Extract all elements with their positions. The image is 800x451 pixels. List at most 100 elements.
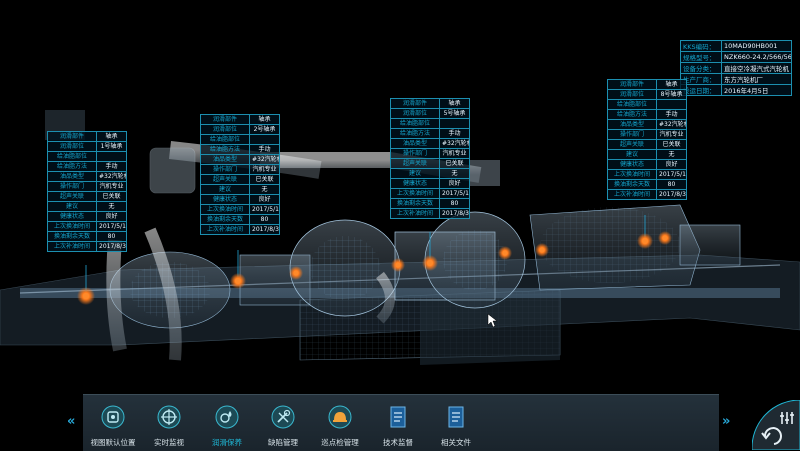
bearing-info-key: 油品类型 (390, 138, 440, 149)
bearing-info-key: 上次补油时间 (607, 189, 657, 200)
bearing-info-row: 操作部门 汽机专业 (200, 164, 280, 175)
spec-row: 投运日期： 2016年4月5日 (680, 84, 792, 96)
bearing-info-value: 已关联 (439, 158, 470, 169)
bearing-info-row: 操作部门 汽机专业 (47, 181, 127, 192)
toolbar-button-label: 润滑保养 (212, 438, 242, 447)
toolbar-button-label: 相关文件 (441, 438, 471, 447)
bearing-info-row: 给油脂方法 手动 (200, 144, 280, 155)
bearing-info-key: 给油脂部位 (390, 118, 440, 129)
bearing-info-row: 给油脂部位 (607, 99, 687, 110)
bearing-info-row: 换油剩余天数 80 (200, 214, 280, 225)
bottom-toolbar: 视图默认位置 实时监视 润滑保养 缺陷管理 巡点检管理 技术监督 相关文件 (83, 394, 719, 451)
bearing-info-key: 润滑部件 (200, 114, 250, 125)
monitor-icon (157, 405, 181, 429)
bearing-info-row: 健康状态 良好 (47, 211, 127, 222)
bearing-info-value (439, 118, 470, 129)
bearing-info-value: 良好 (96, 211, 127, 222)
bearing-info-row: 超声关联 已关联 (200, 174, 280, 185)
bearing-info-value: 轴承 (249, 114, 280, 125)
toolbar-button-label: 技术监督 (383, 438, 413, 447)
bearing-info-key: 建议 (200, 184, 250, 195)
bearing-info-panel: 润滑部件轴承润滑部位2号轴承给油脂部位给油脂方法手动油品类型#32汽轮机油操作部… (200, 114, 280, 235)
bearing-info-row: 上次换油时间2017/5/10 (47, 221, 127, 232)
bearing-info-row: 健康状态 良好 (200, 194, 280, 205)
bearing-info-row: 润滑部位 2号轴承 (200, 124, 280, 135)
bearing-info-value: 80 (656, 179, 687, 190)
bearing-info-row: 给油脂方法 手动 (390, 128, 470, 139)
bearing-info-value: 80 (249, 214, 280, 225)
bearing-info-value: 轴承 (656, 79, 687, 90)
bearing-info-key: 油品类型 (607, 119, 657, 130)
bearing-info-key: 给油脂方法 (200, 144, 250, 155)
bearing-info-key: 油品类型 (47, 171, 97, 182)
bearing-info-key: 给油脂部位 (200, 134, 250, 145)
target-icon (101, 405, 125, 429)
bearing-info-value: 80 (96, 231, 127, 242)
bearing-info-value: 2017/8/3 (249, 224, 280, 235)
toolbar-prev-arrow[interactable]: « (67, 414, 75, 429)
spec-key: 设备分类： (680, 62, 722, 74)
settings-sliders-icon[interactable] (780, 412, 794, 424)
spec-value: 2016年4月5日 (721, 84, 792, 96)
toolbar-button-label: 实时监视 (154, 438, 184, 447)
spec-value: 10MAD90HB001 (721, 40, 792, 52)
bearing-info-value: 无 (439, 168, 470, 179)
bearing-info-row: 健康状态 良好 (607, 159, 687, 170)
file-icon (448, 406, 464, 428)
bearing-info-row: 建议无 (607, 149, 687, 160)
bearing-info-key: 上次换油时间 (607, 169, 657, 180)
bearing-info-key: 上次补油时间 (200, 224, 250, 235)
bearing-info-value: 2017/8/3 (96, 241, 127, 252)
bearing-info-key: 换油剩余天数 (47, 231, 97, 242)
bearing-info-value: 无 (249, 184, 280, 195)
bearing-info-value: 无 (656, 149, 687, 160)
oil-drop-icon (215, 405, 239, 429)
bearing-info-row: 润滑部件 轴承 (607, 79, 687, 90)
bearing-info-key: 上次换油时间 (390, 188, 440, 199)
bearing-info-key: 健康状态 (390, 178, 440, 189)
bearing-info-key: 给油脂方法 (47, 161, 97, 172)
bearing-info-value: 手动 (439, 128, 470, 139)
toolbar-button[interactable]: 视图默认位置 (83, 395, 143, 451)
bearing-info-value: 轴承 (96, 131, 127, 142)
bearing-info-key: 润滑部位 (390, 108, 440, 119)
bearing-info-value: 2号轴承 (249, 124, 280, 135)
bearing-info-value: 已关联 (96, 191, 127, 202)
bearing-info-value: #32汽轮机油 (656, 119, 687, 130)
spec-value: NZK660-24.2/566/566 (721, 51, 792, 63)
toolbar-button[interactable]: 润滑保养 (197, 395, 257, 451)
bearing-info-key: 建议 (390, 168, 440, 179)
bearing-info-row: 给油脂方法 手动 (607, 109, 687, 120)
bearing-info-row: 润滑部件 轴承 (47, 131, 127, 142)
bearing-info-key: 润滑部位 (607, 89, 657, 100)
bearing-info-row: 润滑部位 5号轴承 (390, 108, 470, 119)
bearing-info-key: 超声关联 (390, 158, 440, 169)
toolbar-button[interactable]: 相关文件 (426, 395, 486, 451)
bearing-info-row: 油品类型#32汽轮机油 (47, 171, 127, 182)
bearing-info-value: 良好 (656, 159, 687, 170)
spec-row: KKS编码： 10MAD90HB001 (680, 40, 792, 52)
bearing-info-key: 操作部门 (607, 129, 657, 140)
toolbar-button[interactable]: 缺陷管理 (253, 395, 313, 451)
wrench-icon (271, 405, 295, 429)
bearing-info-value: 2017/8/3 (439, 208, 470, 219)
toolbar-button[interactable]: 技术监督 (368, 395, 428, 451)
bearing-info-key: 换油剩余天数 (390, 198, 440, 209)
spec-row: 规格型号： NZK660-24.2/566/566 (680, 51, 792, 63)
bearing-info-value: 手动 (249, 144, 280, 155)
bearing-info-row: 油品类型#32汽轮机油 (390, 138, 470, 149)
toolbar-button-label: 巡点检管理 (321, 438, 359, 447)
bearing-info-key: 油品类型 (200, 154, 250, 165)
bearing-info-value: 手动 (96, 161, 127, 172)
bearing-info-row: 换油剩余天数 80 (390, 198, 470, 209)
toolbar-next-arrow[interactable]: » (722, 414, 730, 429)
bearing-info-value: 已关联 (656, 139, 687, 150)
bearing-info-key: 超声关联 (607, 139, 657, 150)
toolbar-button[interactable]: 实时监视 (139, 395, 199, 451)
bearing-info-key: 操作部门 (390, 148, 440, 159)
bearing-info-row: 上次换油时间2017/5/10 (200, 204, 280, 215)
toolbar-button[interactable]: 巡点检管理 (310, 395, 370, 451)
spec-row: 生产厂商： 东方汽轮机厂 (680, 73, 792, 85)
bearing-info-key: 健康状态 (47, 211, 97, 222)
bearing-info-panel: 润滑部件轴承润滑部位5号轴承给油脂部位给油脂方法手动油品类型#32汽轮机油操作部… (390, 98, 470, 219)
